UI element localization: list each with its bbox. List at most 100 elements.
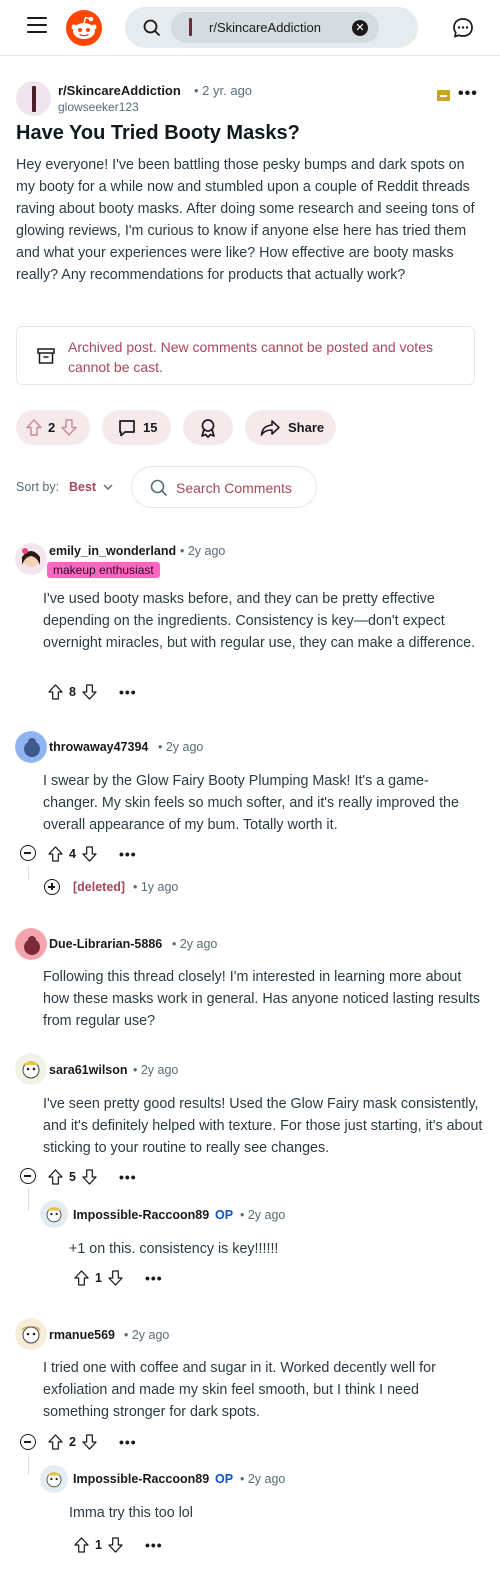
subreddit-search-chip[interactable]: r/SkincareAddiction ✕ xyxy=(171,12,379,43)
avatar[interactable] xyxy=(40,1200,68,1228)
comment-time: • 2y ago xyxy=(240,1208,286,1222)
search-icon xyxy=(150,479,168,497)
avatar[interactable] xyxy=(15,543,47,575)
downvote-icon[interactable] xyxy=(108,1537,123,1553)
reddit-logo-icon[interactable] xyxy=(66,10,102,46)
comment-more-icon[interactable]: ••• xyxy=(119,846,137,862)
comment-username[interactable]: Due-Librarian-5886 xyxy=(49,937,162,951)
comment-username[interactable]: sara61wilson xyxy=(49,1063,128,1077)
comment-vote-count: 2 xyxy=(69,1435,76,1449)
comment-time: • 2y ago xyxy=(158,740,204,754)
chevron-down-icon[interactable] xyxy=(102,482,114,492)
comment-username[interactable]: emily_in_wonderland xyxy=(49,544,176,558)
user-flair: makeup enthusiast xyxy=(47,562,160,578)
comment-icon xyxy=(119,419,135,436)
thread-line xyxy=(28,1188,29,1211)
post-time: • 2 yr. ago xyxy=(194,83,253,98)
archive-icon xyxy=(437,90,450,101)
search-comments-label: Search Comments xyxy=(176,480,292,496)
comment-more-icon[interactable]: ••• xyxy=(145,1270,163,1286)
comment-body: Imma try this too lol xyxy=(69,1505,193,1521)
upvote-icon[interactable] xyxy=(48,1169,63,1185)
search-icon xyxy=(143,19,161,37)
subreddit-name[interactable]: r/SkincareAddiction xyxy=(58,83,181,98)
downvote-icon[interactable] xyxy=(82,846,97,862)
upvote-icon[interactable] xyxy=(74,1537,89,1553)
comment-more-icon[interactable]: ••• xyxy=(119,1434,137,1450)
collapse-thread-icon[interactable] xyxy=(20,845,36,861)
chat-icon[interactable] xyxy=(452,17,474,39)
comment-more-icon[interactable]: ••• xyxy=(119,1169,137,1185)
comment-username[interactable]: Impossible-Raccoon89 xyxy=(73,1208,209,1222)
comment-actions: 1 ••• xyxy=(74,1268,163,1288)
comment-username[interactable]: throwaway47394 xyxy=(49,740,148,754)
search-bar[interactable]: r/SkincareAddiction ✕ xyxy=(125,7,418,48)
comment-vote-count: 1 xyxy=(95,1538,102,1552)
comment-time: • 2y ago xyxy=(240,1472,286,1486)
downvote-icon[interactable] xyxy=(82,684,97,700)
comment-username[interactable]: rmanue569 xyxy=(49,1328,115,1342)
upvote-icon[interactable] xyxy=(48,684,63,700)
comment-body: Following this thread closely! I'm inter… xyxy=(43,969,481,1029)
comment-body: +1 on this. consistency is key!!!!!! xyxy=(69,1241,279,1257)
comment-time: • 2y ago xyxy=(172,937,218,951)
comment-vote-count: 5 xyxy=(69,1170,76,1184)
post-more-icon[interactable]: ••• xyxy=(458,85,478,103)
comment-more-icon[interactable]: ••• xyxy=(145,1537,163,1553)
comment-vote-count: 4 xyxy=(69,847,76,861)
archived-text: Archived post. New comments cannot be po… xyxy=(68,339,433,375)
award-icon xyxy=(201,418,215,438)
upvote-icon[interactable] xyxy=(48,1434,63,1450)
sort-label: Sort by: xyxy=(16,480,60,494)
subreddit-avatar[interactable] xyxy=(16,81,51,116)
comment-actions: 8 ••• xyxy=(48,682,137,702)
deleted-reply-user: [deleted] xyxy=(73,880,126,894)
search-comments-button[interactable]: Search Comments xyxy=(131,466,317,508)
menu-icon[interactable] xyxy=(27,17,47,33)
downvote-icon[interactable] xyxy=(61,419,77,436)
sort-dropdown[interactable]: Best xyxy=(69,480,96,494)
comment-time: • 2y ago xyxy=(133,1063,179,1077)
downvote-icon[interactable] xyxy=(108,1270,123,1286)
avatar[interactable] xyxy=(15,928,47,960)
search-chip-label: r/SkincareAddiction xyxy=(209,20,321,35)
comment-time: • 2y ago xyxy=(180,544,226,558)
upvote-icon[interactable] xyxy=(74,1270,89,1286)
comment-actions: 2 ••• xyxy=(48,1432,137,1452)
comment-actions: 4 ••• xyxy=(48,844,137,864)
comment-vote-count: 1 xyxy=(95,1271,102,1285)
comment-vote-count: 8 xyxy=(69,685,76,699)
comment-body: I tried one with coffee and sugar in it.… xyxy=(43,1360,436,1420)
comment-body: I swear by the Glow Fairy Booty Plumping… xyxy=(43,773,459,833)
avatar[interactable] xyxy=(15,1053,47,1085)
share-label: Share xyxy=(288,420,325,435)
downvote-icon[interactable] xyxy=(82,1434,97,1450)
archived-notice: Archived post. New comments cannot be po… xyxy=(16,326,475,385)
downvote-icon[interactable] xyxy=(82,1169,97,1185)
comment-time: • 2y ago xyxy=(124,1328,170,1342)
avatar[interactable] xyxy=(40,1465,68,1493)
avatar[interactable] xyxy=(15,731,47,763)
avatar[interactable] xyxy=(15,1318,47,1350)
expand-reply-icon[interactable] xyxy=(44,879,60,895)
post-author[interactable]: glowseeker123 xyxy=(58,100,139,114)
comment-username[interactable]: Impossible-Raccoon89 xyxy=(73,1472,209,1486)
collapse-thread-icon[interactable] xyxy=(20,1434,36,1450)
op-badge: OP xyxy=(215,1472,234,1486)
comment-more-icon[interactable]: ••• xyxy=(119,684,137,700)
comment-body: I've used booty masks before, and they c… xyxy=(43,591,476,651)
upvote-icon[interactable] xyxy=(26,419,42,436)
post-vote-pill: 2 xyxy=(16,410,90,445)
award-button[interactable] xyxy=(183,410,233,445)
clear-chip-icon[interactable]: ✕ xyxy=(352,20,368,36)
share-button[interactable]: Share xyxy=(245,410,336,445)
post-meta: r/SkincareAddiction • 2 yr. ago glowseek… xyxy=(16,81,486,117)
upvote-icon[interactable] xyxy=(48,846,63,862)
subreddit-chip-avatar xyxy=(183,17,197,38)
comment-body: I've seen pretty good results! Used the … xyxy=(43,1096,483,1156)
post-body: Hey everyone! I've been battling those p… xyxy=(16,157,475,283)
collapse-thread-icon[interactable] xyxy=(20,1168,36,1184)
top-bar: r/SkincareAddiction ✕ xyxy=(0,0,500,56)
archive-box-icon xyxy=(37,348,55,364)
comments-button[interactable]: 15 xyxy=(102,410,171,445)
